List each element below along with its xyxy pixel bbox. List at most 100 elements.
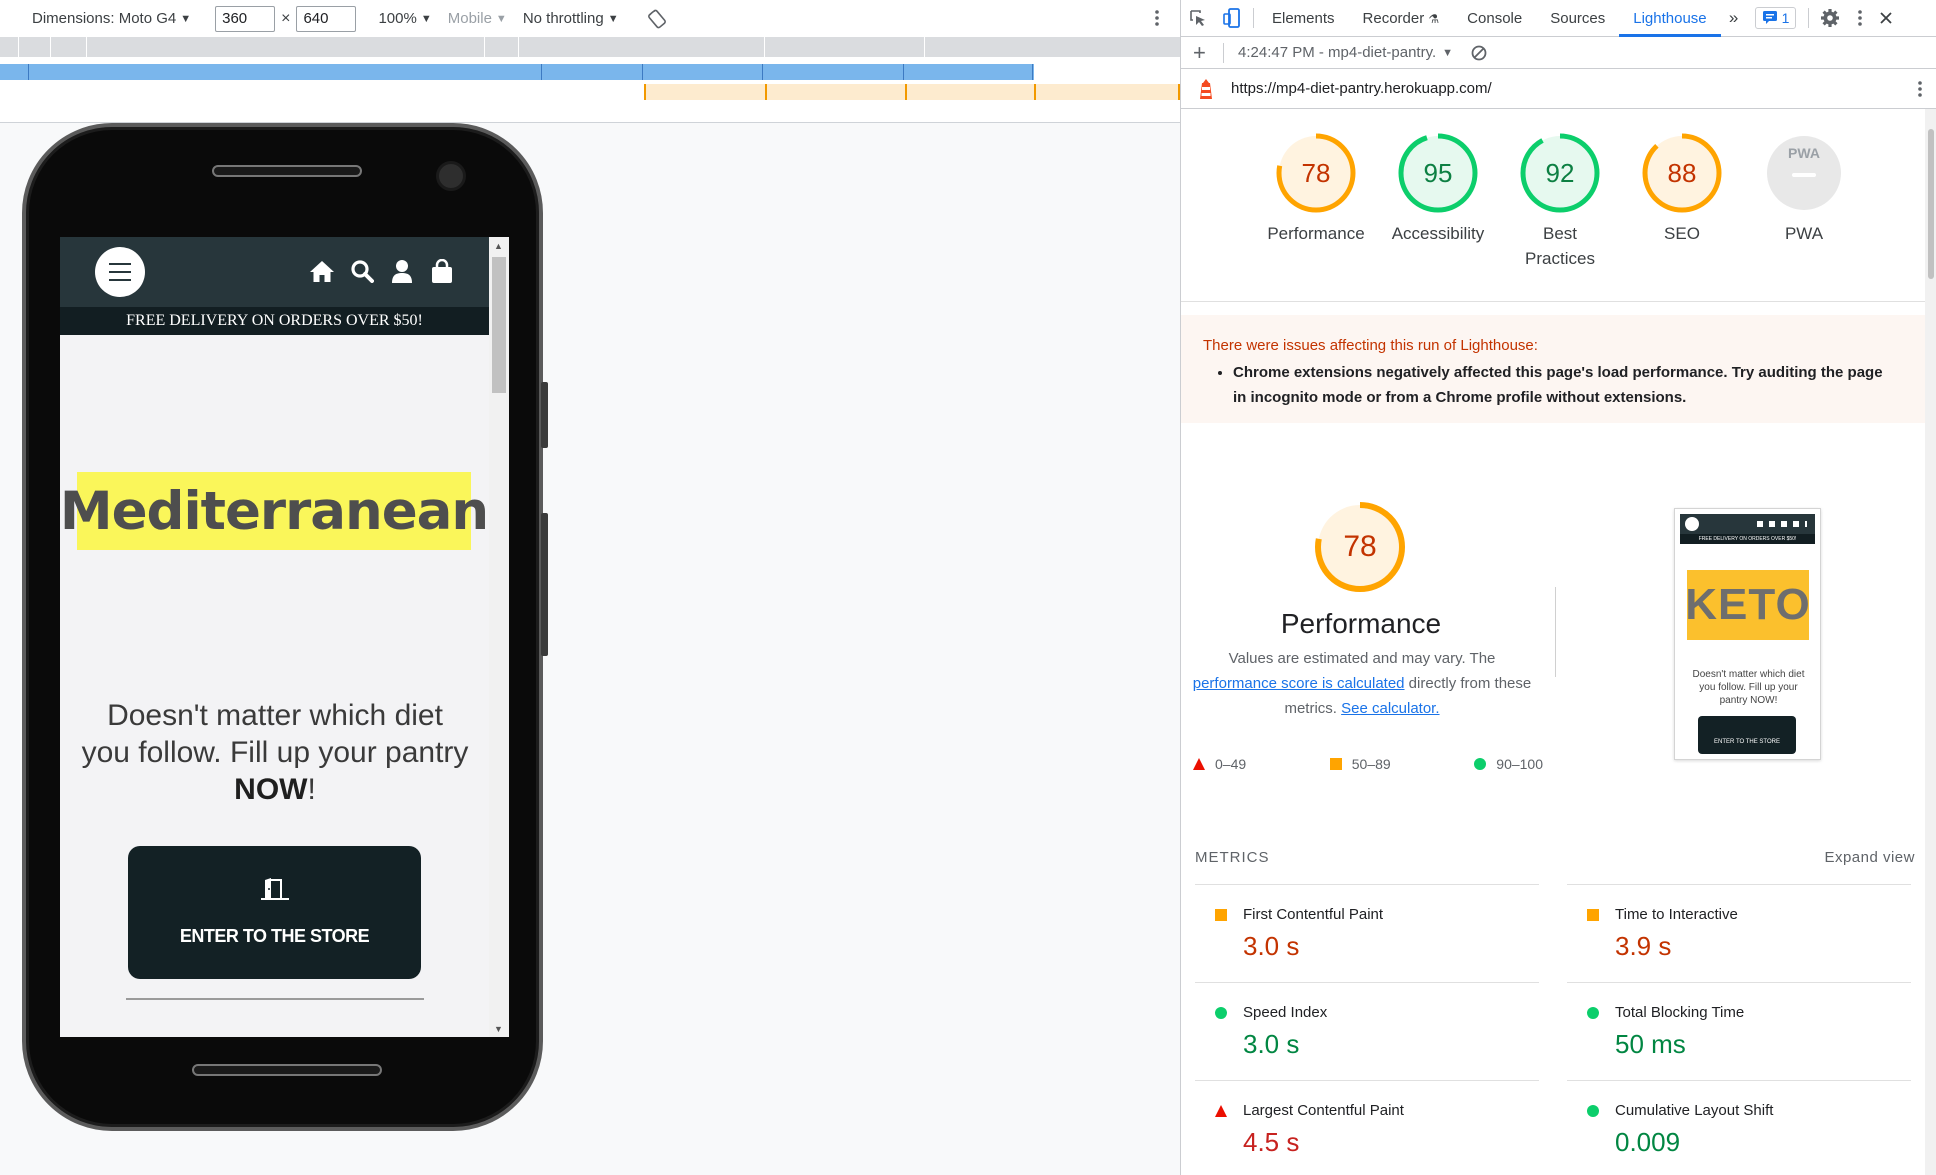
user-icon[interactable] [389, 258, 415, 284]
customize-devtools-icon[interactable] [1847, 0, 1873, 37]
lighthouse-toolbar: + 4:24:47 PM - mp4-diet-pantry. ▼ [1181, 37, 1936, 69]
performance-description: Values are estimated and may vary. The p… [1189, 646, 1535, 721]
metric-value: 50 ms [1615, 1029, 1686, 1059]
chevron-down-icon: ▼ [420, 12, 432, 25]
device-toolbar-toggle-icon[interactable] [1215, 0, 1249, 37]
gauge-performance[interactable]: 78 Performance [1256, 131, 1376, 246]
gauge-best-practices[interactable]: 92 Best Practices [1500, 131, 1620, 271]
score-calculated-link[interactable]: performance score is calculated [1193, 675, 1405, 692]
tab-elements[interactable]: Elements [1258, 0, 1349, 37]
rotate-icon[interactable] [647, 9, 667, 29]
enter-store-label: ENTER TO THE STORE [179, 926, 370, 946]
gauge-accessibility[interactable]: 95 Accessibility [1378, 131, 1498, 246]
hero-tagline: Doesn't matter which diet you follow. Fi… [80, 697, 470, 808]
legend-fail: 0–49 [1193, 756, 1246, 772]
metrics-heading: METRICS [1195, 849, 1270, 866]
phone-bottom-speaker [192, 1064, 382, 1076]
report-url[interactable]: https://mp4-diet-pantry.herokuapp.com/ [1231, 80, 1492, 97]
page-scrollbar[interactable]: ▲ ▼ [489, 237, 509, 1037]
inspect-element-icon[interactable] [1181, 0, 1215, 37]
thumbnail-cta: ENTER TO THE STORE [1698, 716, 1796, 754]
width-input[interactable] [215, 5, 276, 32]
metric-speed-index: Speed Index 3.0 s [1195, 982, 1539, 1080]
gauge-score: 88 [1667, 158, 1697, 188]
gauge-seo[interactable]: 88 SEO [1622, 131, 1742, 246]
expand-view-toggle[interactable]: Expand view [1824, 849, 1915, 866]
dimensions-dropdown[interactable]: Dimensions: Moto G4 ▼ [32, 10, 191, 27]
dimensions-label: Dimensions: Moto G4 [32, 10, 177, 27]
home-icon[interactable] [309, 258, 335, 284]
tab-sources[interactable]: Sources [1536, 0, 1619, 37]
toolbar-separator [1253, 8, 1254, 28]
tagline-bold: NOW [234, 773, 308, 806]
tab-console[interactable]: Console [1453, 0, 1536, 37]
tab-recorder[interactable]: Recorder ⚗ [1349, 0, 1454, 37]
report-scrollbar[interactable] [1925, 109, 1936, 1175]
report-scrollbar-thumb[interactable] [1928, 129, 1934, 279]
gauge-pwa[interactable]: PWA PWA [1744, 131, 1864, 246]
category-gauges: 78 Performance 95 Accessibility 92 Best Pract… [1181, 109, 1925, 302]
gauge-label: PWA [1784, 224, 1824, 243]
thumbnail-hero-word: KETO [1685, 570, 1810, 640]
phone-camera [436, 161, 466, 191]
search-icon[interactable] [349, 258, 375, 284]
run-warnings: There were issues affecting this run of … [1181, 315, 1925, 423]
height-input[interactable] [296, 5, 357, 32]
warning-title: There were issues affecting this run of … [1203, 337, 1538, 354]
metric-name: Largest Contentful Paint [1243, 1102, 1404, 1119]
nav-icons [309, 258, 455, 284]
shopping-bag-icon[interactable] [429, 258, 455, 284]
metric-cumulative-layout-shift: Cumulative Layout Shift 0.009 [1567, 1080, 1911, 1175]
scroll-up-arrow-icon[interactable]: ▲ [494, 241, 503, 251]
scroll-down-arrow-icon[interactable]: ▼ [494, 1024, 503, 1034]
lighthouse-report: 78 Performance 95 Accessibility 92 Best Pract… [1181, 109, 1936, 1175]
toolbar-separator [1223, 42, 1224, 63]
settings-gear-icon[interactable] [1813, 0, 1847, 37]
issues-count: 1 [1781, 10, 1790, 26]
new-report-plus-icon[interactable]: + [1193, 41, 1213, 63]
media-query-bar-range[interactable] [0, 64, 1034, 80]
phone-side-button [541, 513, 548, 656]
media-query-bar-max[interactable] [0, 37, 1180, 57]
thumbnail-tagline: Doesn't matter which diet you follow. Fi… [1692, 669, 1805, 706]
metric-name: Time to Interactive [1615, 906, 1738, 923]
media-query-bar-min[interactable] [644, 84, 1180, 100]
report-selector-dropdown[interactable]: 4:24:47 PM - mp4-diet-pantry. ▼ [1238, 44, 1453, 61]
circle-icon [1474, 758, 1487, 770]
more-options-icon[interactable] [1154, 8, 1160, 28]
report-selector-label: 4:24:47 PM - mp4-diet-pantry. [1238, 44, 1437, 61]
scrollbar-thumb[interactable] [492, 257, 506, 393]
see-calculator-link[interactable]: See calculator. [1341, 700, 1439, 717]
zoom-dropdown[interactable]: 100% ▼ [378, 10, 431, 27]
report-menu-icon[interactable] [1917, 79, 1923, 99]
devtools-panel: Elements Recorder ⚗ Console Sources Ligh… [1180, 0, 1936, 1175]
delivery-banner: FREE DELIVERY ON ORDERS OVER $50! [60, 307, 489, 335]
zoom-label: 100% [378, 10, 417, 27]
circle-icon [1587, 1105, 1599, 1117]
site-navbar [60, 237, 489, 307]
issues-counter-button[interactable]: 1 [1754, 7, 1797, 29]
throttling-dropdown[interactable]: No throttling ▼ [523, 10, 619, 27]
tagline-end: ! [307, 773, 316, 806]
enter-store-button[interactable]: ENTER TO THE STORE [128, 846, 421, 979]
close-icon[interactable] [1873, 0, 1899, 37]
device-type-dropdown[interactable]: Mobile ▼ [448, 10, 507, 27]
hamburger-menu-button[interactable] [95, 247, 145, 297]
tab-recorder-label: Recorder [1362, 9, 1425, 27]
score-legend: 0–49 50–89 90–100 [1193, 756, 1543, 772]
tab-sources-label: Sources [1550, 9, 1606, 27]
section-divider [1555, 587, 1556, 677]
metric-value: 4.5 s [1243, 1127, 1300, 1157]
circle-icon [1587, 1007, 1599, 1019]
more-tabs-icon[interactable]: » [1721, 0, 1747, 37]
clear-reports-icon[interactable] [1471, 45, 1487, 61]
chevron-down-icon: ▼ [607, 12, 619, 25]
legend-average-label: 50–89 [1351, 756, 1391, 772]
tab-lighthouse[interactable]: Lighthouse [1619, 0, 1722, 37]
metrics-header: METRICS Expand view [1195, 849, 1915, 866]
final-screenshot-thumbnail[interactable]: FREE DELIVERY ON ORDERS OVER $50! KETO D… [1674, 508, 1821, 760]
chevron-down-icon: ▼ [180, 12, 192, 25]
metric-largest-contentful-paint: Largest Contentful Paint 4.5 s [1195, 1080, 1539, 1175]
square-icon [1587, 909, 1599, 921]
divider [126, 998, 424, 1000]
